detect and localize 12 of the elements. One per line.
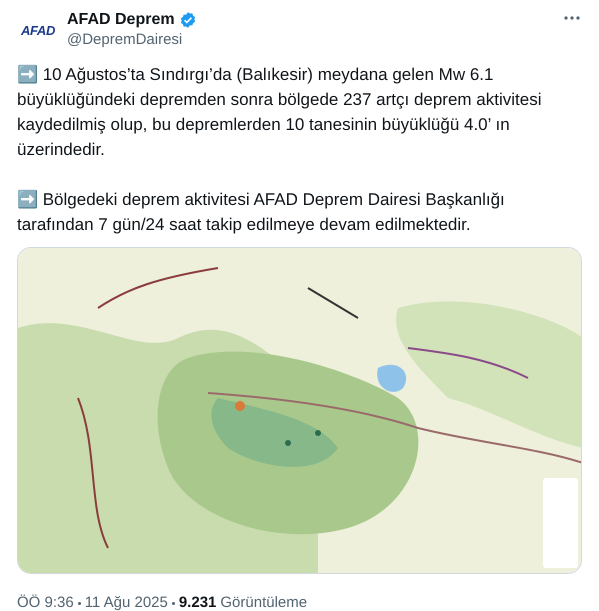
post-text: ➡ Bölgedeki deprem aktivitesi AFAD Deprem Dairesi Başkanlığı tarafından 7 gün/24 saat takip edilmeye devam edilmektedir. [17, 188, 506, 236]
post-date[interactable]: 11 Ağu 2025 [84, 592, 168, 611]
post-time[interactable]: ÖÖ 9:36 [17, 592, 74, 611]
author-name[interactable]: AFAD Deprem [67, 10, 175, 30]
more-options-icon[interactable] [564, 16, 580, 20]
separator-icon [78, 602, 81, 605]
views-label: Görüntüleme [220, 593, 308, 611]
view-count: 9.231 [178, 593, 216, 611]
post-text: ➡ 10 Ağustos’ta Sındırgı’da (Balıkesir) meydana gelen Mw 6.1 büyüklüğündeki depremden sonra bölgede 237 artçı deprem aktivitesi kaydedilmiş olup, bu depremlerden 10 tanesinin büyüklüğü 4.0’ ın üzerindedir. [17, 64, 542, 161]
author-handle[interactable]: @DepremDairesi [67, 30, 197, 50]
separator-icon [172, 602, 175, 605]
logo-text: AFAD [20, 22, 56, 40]
